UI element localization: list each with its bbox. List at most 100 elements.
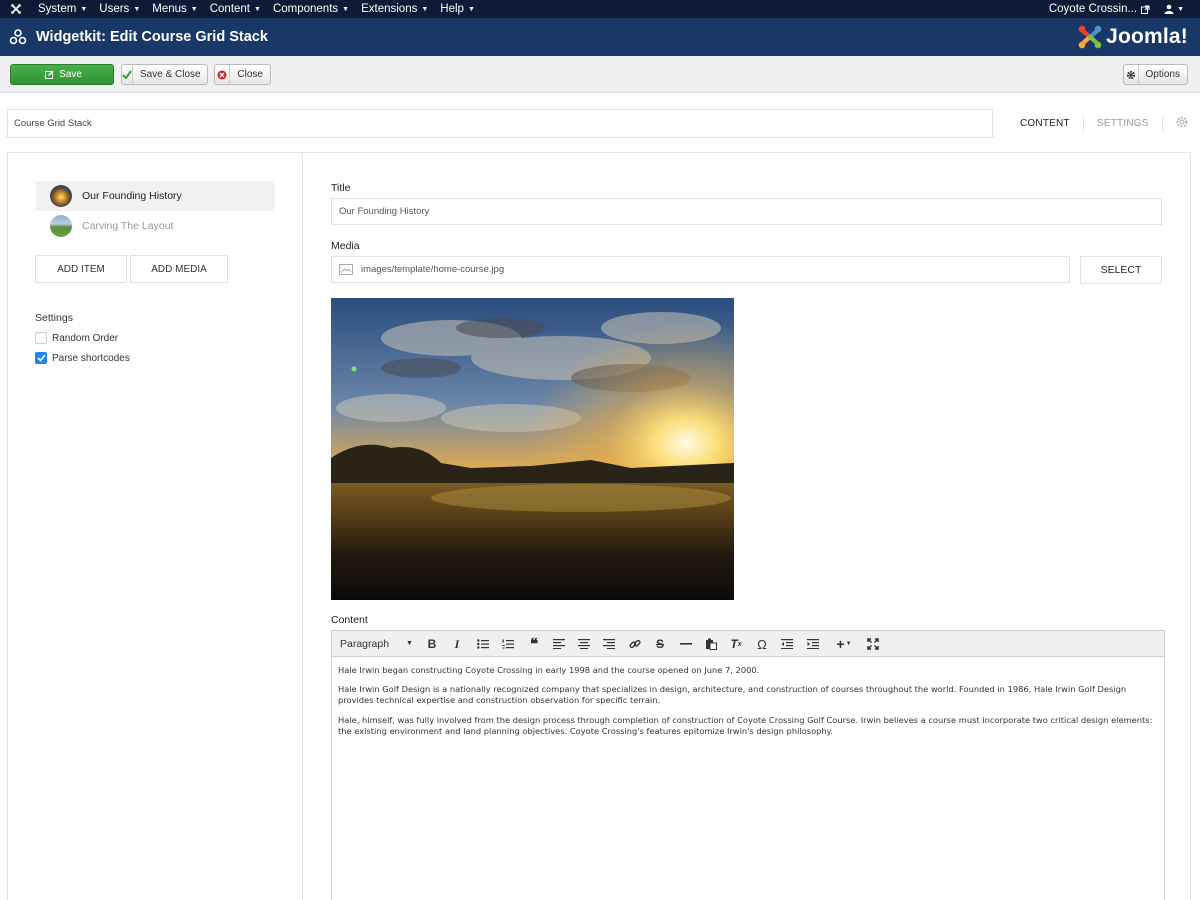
menu-label: Help: [440, 3, 464, 15]
edit-icon: [42, 65, 56, 84]
caret-down-icon: ▼: [406, 640, 413, 647]
content-paragraph: Hale Irwin began constructing Coyote Cro…: [338, 665, 760, 675]
bold-icon[interactable]: B: [423, 635, 441, 653]
parse-shortcodes-checkbox[interactable]: [35, 352, 47, 364]
save-label: Save: [59, 69, 82, 80]
select-media-button[interactable]: SELECT: [1080, 256, 1162, 284]
add-media-button[interactable]: ADD MEDIA: [130, 255, 228, 283]
title-label: Title: [331, 182, 351, 194]
tab-divider: [1083, 116, 1084, 132]
cancel-icon: [215, 65, 231, 84]
list-item-founding-history[interactable]: Our Founding History: [36, 181, 275, 211]
page-title: Widgetkit: Edit Course Grid Stack: [36, 29, 268, 45]
save-close-button[interactable]: Save & Close: [121, 64, 208, 85]
site-link[interactable]: Coyote Crossin...: [1043, 3, 1156, 15]
caret-down-icon: ▼: [190, 5, 198, 13]
add-item-button[interactable]: ADD ITEM: [35, 255, 127, 283]
menu-system[interactable]: System ▼: [32, 0, 93, 18]
content-paragraph: Hale, himself, was fully involved from t…: [338, 714, 1153, 736]
editor-toolbar: Paragraph ▼ B I ❝ S T x Ω + ▼: [332, 631, 1164, 657]
caret-down-icon: ▼: [467, 5, 475, 13]
check-icon: [122, 65, 133, 84]
horizontal-rule-icon[interactable]: [677, 635, 695, 653]
menu-label: Content: [209, 3, 250, 15]
clear-formatting-icon[interactable]: Tx: [727, 635, 745, 653]
options-button[interactable]: Options: [1123, 64, 1188, 85]
menu-extensions[interactable]: Extensions ▼: [355, 0, 434, 18]
close-label: Close: [237, 69, 263, 80]
link-icon[interactable]: [626, 635, 644, 653]
list-item-carving-layout[interactable]: Carving The Layout: [36, 211, 275, 241]
paste-as-text-icon[interactable]: [702, 635, 720, 653]
tab-divider: [1162, 116, 1163, 132]
settings-heading: Settings: [35, 312, 73, 324]
widget-name-value: Course Grid Stack: [14, 118, 92, 129]
media-input[interactable]: images/template/home-course.jpg: [331, 256, 1070, 283]
close-button[interactable]: Close: [214, 64, 271, 85]
menubar-right: Coyote Crossin... ▼: [1043, 0, 1200, 18]
joomla-logo-icon[interactable]: [0, 0, 32, 18]
insert-menu-icon[interactable]: + ▼: [832, 635, 856, 653]
joomla-wordmark: Joomla!: [1106, 25, 1188, 48]
user-menu[interactable]: ▼: [1156, 4, 1200, 14]
menu-help[interactable]: Help ▼: [434, 0, 481, 18]
bullet-list-icon[interactable]: [474, 635, 492, 653]
check-icon: [36, 354, 46, 362]
blockquote-icon[interactable]: ❝: [525, 635, 543, 653]
random-order-option[interactable]: Random Order: [35, 332, 118, 344]
menu-menus[interactable]: Menus ▼: [146, 0, 203, 18]
align-right-icon[interactable]: [600, 635, 618, 653]
numbered-list-icon[interactable]: [499, 635, 517, 653]
user-icon: [1164, 4, 1174, 14]
content-label: Content: [331, 614, 368, 626]
menu-users[interactable]: Users ▼: [93, 0, 146, 18]
caret-down-icon: ▼: [421, 5, 429, 13]
align-left-icon[interactable]: [550, 635, 568, 653]
fullscreen-icon[interactable]: [864, 635, 882, 653]
widget-name-input[interactable]: Course Grid Stack: [7, 109, 993, 138]
media-preview-image: [331, 298, 734, 600]
save-button[interactable]: Save: [10, 64, 114, 85]
menu-components[interactable]: Components ▼: [267, 0, 355, 18]
menu-label: System: [38, 3, 77, 15]
toolbar: Save Save & Close Close Options: [0, 56, 1200, 93]
editor-content[interactable]: Hale Irwin began constructing Coyote Cro…: [332, 657, 1164, 753]
outdent-icon[interactable]: [778, 635, 796, 653]
rich-text-editor: Paragraph ▼ B I ❝ S T x Ω + ▼ Hale Irwin…: [331, 630, 1165, 900]
site-name: Coyote Crossin...: [1048, 3, 1138, 15]
italic-icon[interactable]: I: [448, 635, 466, 653]
options-label: Options: [1145, 69, 1180, 80]
random-order-checkbox[interactable]: [35, 332, 47, 344]
caret-down-icon: ▼: [342, 5, 350, 13]
items-sidebar: Our Founding History Carving The Layout …: [8, 153, 303, 900]
tab-content[interactable]: CONTENT: [1020, 118, 1070, 129]
image-icon: [339, 264, 353, 275]
item-label: Carving The Layout: [82, 220, 174, 232]
item-thumbnail: [50, 215, 72, 237]
item-thumbnail: [50, 185, 72, 207]
joomla-brand: Joomla!: [1077, 22, 1188, 52]
item-label: Our Founding History: [82, 190, 182, 202]
title-value: Our Founding History: [339, 206, 430, 217]
caret-down-icon: ▼: [133, 5, 141, 13]
menu-content[interactable]: Content ▼: [204, 0, 267, 18]
indent-icon[interactable]: [804, 635, 822, 653]
menu-label: Users: [99, 3, 130, 15]
settings-gear-icon[interactable]: [1175, 115, 1189, 132]
parse-shortcodes-option[interactable]: Parse shortcodes: [35, 352, 130, 364]
align-center-icon[interactable]: [575, 635, 593, 653]
format-select[interactable]: Paragraph: [340, 638, 389, 650]
strikethrough-icon[interactable]: S: [651, 635, 669, 653]
menu-label: Menus: [152, 3, 187, 15]
menu-label: Extensions: [361, 3, 418, 15]
special-character-icon[interactable]: Ω: [753, 635, 771, 653]
caret-down-icon: ▼: [80, 5, 88, 13]
gear-icon: [1124, 65, 1139, 84]
editor-panel: Our Founding History Carving The Layout …: [7, 152, 1191, 900]
admin-menubar: System ▼ Users ▼ Menus ▼ Content ▼ Component…: [0, 0, 1200, 18]
title-input[interactable]: Our Founding History: [331, 198, 1162, 225]
tab-settings[interactable]: SETTINGS: [1097, 118, 1149, 129]
caret-down-icon: ▼: [1177, 5, 1184, 13]
joomla-logo-icon: [1077, 24, 1103, 50]
menu-label: Components: [272, 3, 339, 15]
